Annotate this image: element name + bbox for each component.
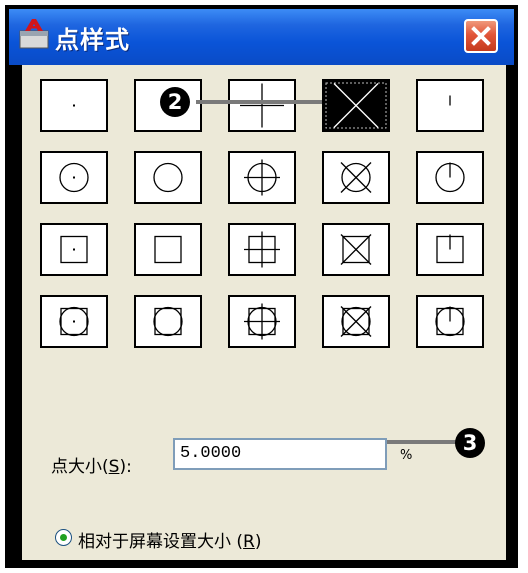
size-unit-label: % <box>400 448 413 463</box>
point-style-circle-plus[interactable] <box>228 151 296 204</box>
point-style-circsq-plus[interactable] <box>228 295 296 348</box>
point-style-square-dot-icon <box>60 235 88 264</box>
relative-size-radio[interactable] <box>55 529 72 546</box>
callout-2: 2 <box>160 87 190 117</box>
point-style-square-tick-icon <box>436 234 464 264</box>
point-style-circle-icon <box>153 162 183 193</box>
point-style-circle[interactable] <box>134 151 202 204</box>
point-style-circle-tick-icon <box>435 162 465 193</box>
point-style-circle-tick[interactable] <box>416 151 484 204</box>
point-style-square-plus-icon <box>244 231 280 268</box>
point-style-circsq-tick[interactable] <box>416 295 484 348</box>
point-size-label: 点大小(S): <box>51 457 132 477</box>
autocad-a-icon <box>19 19 49 49</box>
point-style-square-tick[interactable] <box>416 223 484 276</box>
point-style-circsq-dot[interactable] <box>40 295 108 348</box>
point-style-square-icon <box>154 235 182 264</box>
point-style-dot-icon <box>73 104 75 107</box>
point-style-circsq-icon <box>153 306 183 337</box>
point-style-circsq-x-icon <box>340 306 372 337</box>
callout-2-leader <box>196 100 322 104</box>
close-button[interactable] <box>464 19 498 53</box>
point-style-circsq-tick-icon <box>435 306 465 337</box>
point-style-circsq-x[interactable] <box>322 295 390 348</box>
relative-size-label[interactable]: 相对于屏幕设置大小 (R) <box>78 527 262 552</box>
point-style-square-plus[interactable] <box>228 223 296 276</box>
title-bar[interactable]: 点样式 <box>9 9 514 65</box>
point-style-circle-dot[interactable] <box>40 151 108 204</box>
callout-3: 3 <box>455 428 485 458</box>
point-style-square-dot[interactable] <box>40 223 108 276</box>
window-title: 点样式 <box>55 26 130 54</box>
point-style-circle-x-icon <box>340 162 372 193</box>
point-size-input[interactable]: 5.0000 <box>173 438 387 470</box>
point-style-plus[interactable] <box>228 79 296 132</box>
point-style-x[interactable] <box>322 79 390 132</box>
point-style-square-x-icon <box>340 234 372 265</box>
point-style-circsq-plus-icon <box>244 303 280 340</box>
point-style-plus-icon <box>240 83 284 128</box>
point-style-circle-x[interactable] <box>322 151 390 204</box>
close-x-icon <box>471 26 491 46</box>
point-style-x-icon <box>325 82 387 129</box>
point-style-tick[interactable] <box>416 79 484 132</box>
point-style-dot[interactable] <box>40 79 108 132</box>
point-style-circsq-dot-icon <box>59 306 89 337</box>
point-style-square[interactable] <box>134 223 202 276</box>
point-style-circsq[interactable] <box>134 295 202 348</box>
point-style-tick-icon <box>449 95 451 106</box>
point-style-square-x[interactable] <box>322 223 390 276</box>
point-style-circle-plus-icon <box>244 159 280 196</box>
point-style-circle-dot-icon <box>59 162 89 193</box>
callout-3-leader <box>387 440 457 444</box>
